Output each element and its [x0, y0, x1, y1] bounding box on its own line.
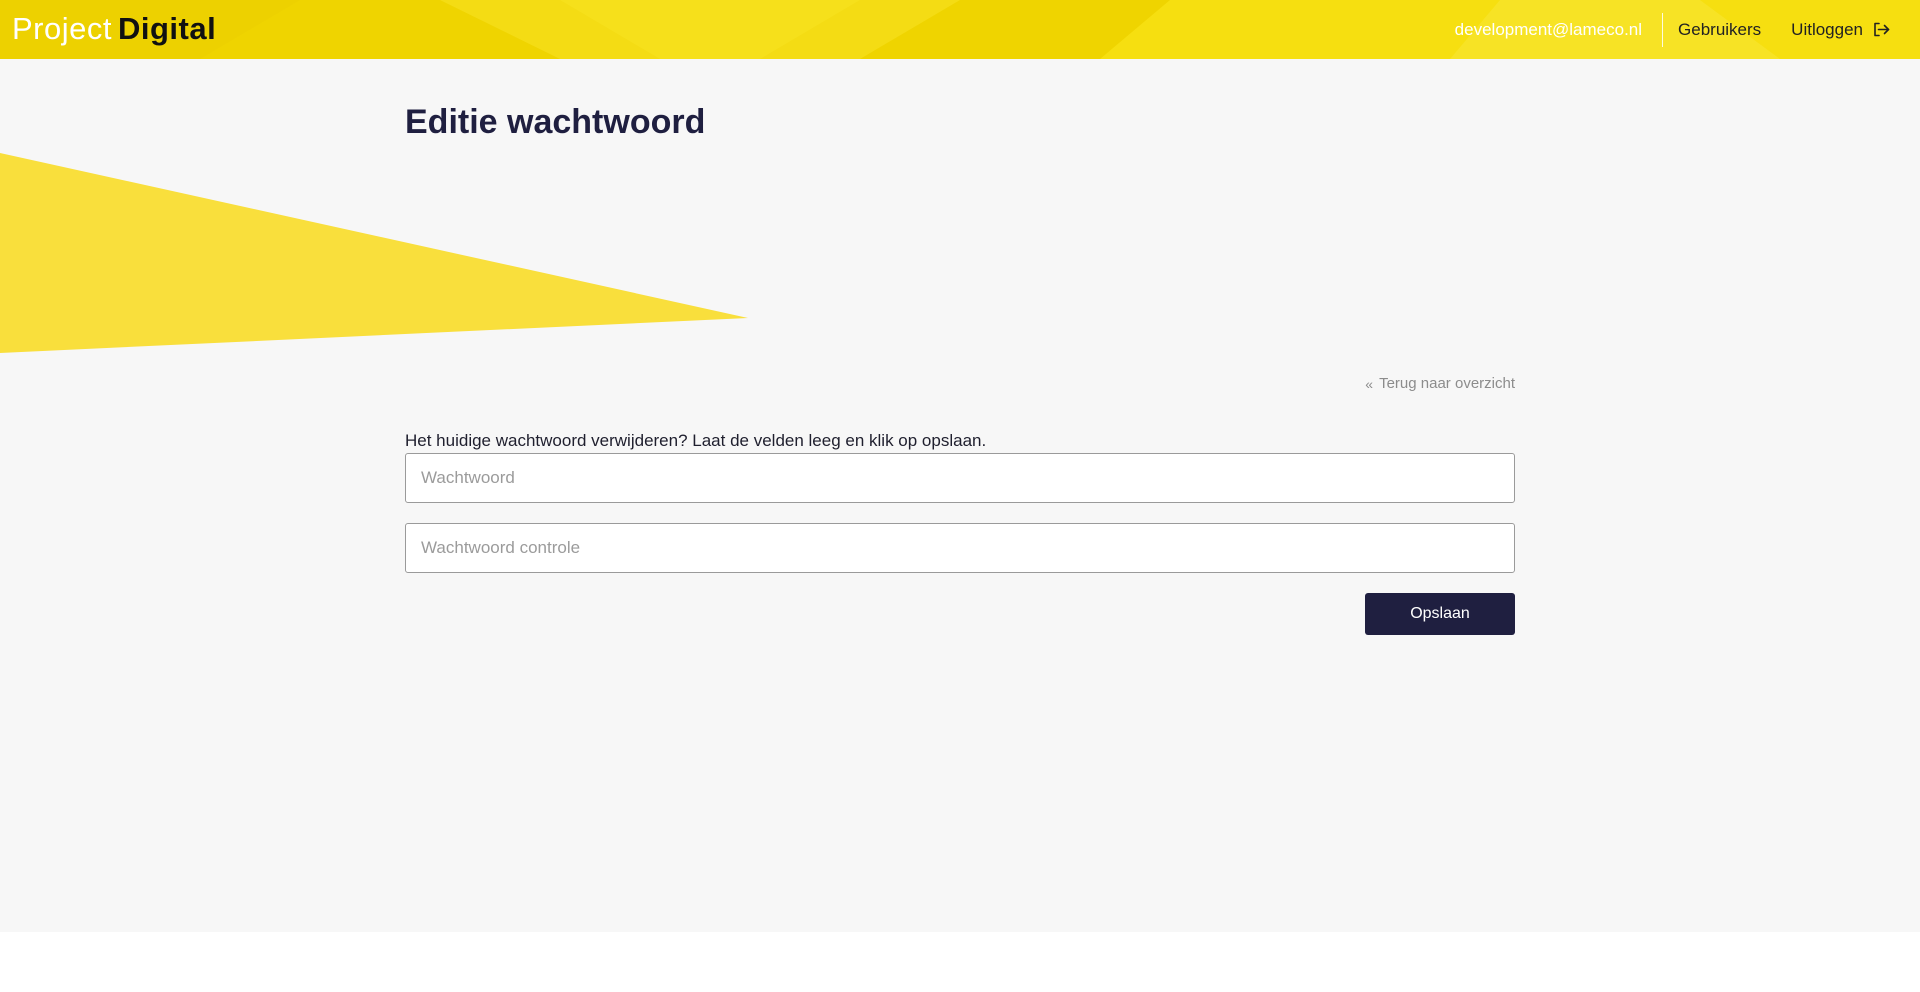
nav-link-users[interactable]: Gebruikers: [1678, 13, 1761, 47]
user-email: development@lameco.nl: [1455, 12, 1664, 47]
brand-logo-bold: Digital: [117, 11, 217, 46]
save-button[interactable]: Opslaan: [1365, 593, 1515, 635]
brand-logo[interactable]: Project Digital: [12, 11, 216, 47]
logout-link[interactable]: Uitloggen: [1791, 20, 1890, 40]
top-header: Project Digital development@lameco.nl Geb…: [0, 0, 1920, 59]
logout-icon: [1874, 22, 1890, 37]
logout-label: Uitloggen: [1791, 19, 1863, 39]
password-check-field[interactable]: [405, 523, 1515, 573]
password-field[interactable]: [405, 453, 1515, 503]
page-footer-space: [0, 932, 1920, 992]
brand-logo-light: Project: [12, 11, 112, 46]
back-to-overview-label: Terug naar overzicht: [1379, 375, 1515, 392]
back-to-overview-link[interactable]: « Terug naar overzicht: [1365, 375, 1515, 392]
page-title: Editie wachtwoord: [405, 103, 706, 141]
intro-text: Het huidige wachtwoord verwijderen? Laat…: [405, 431, 987, 450]
main-content: Editie wachtwoord « Terug naar overzicht…: [0, 59, 1920, 932]
header-nav: development@lameco.nl Gebruikers Uitlogg…: [1455, 0, 1890, 59]
double-chevron-left-icon: «: [1365, 375, 1374, 392]
